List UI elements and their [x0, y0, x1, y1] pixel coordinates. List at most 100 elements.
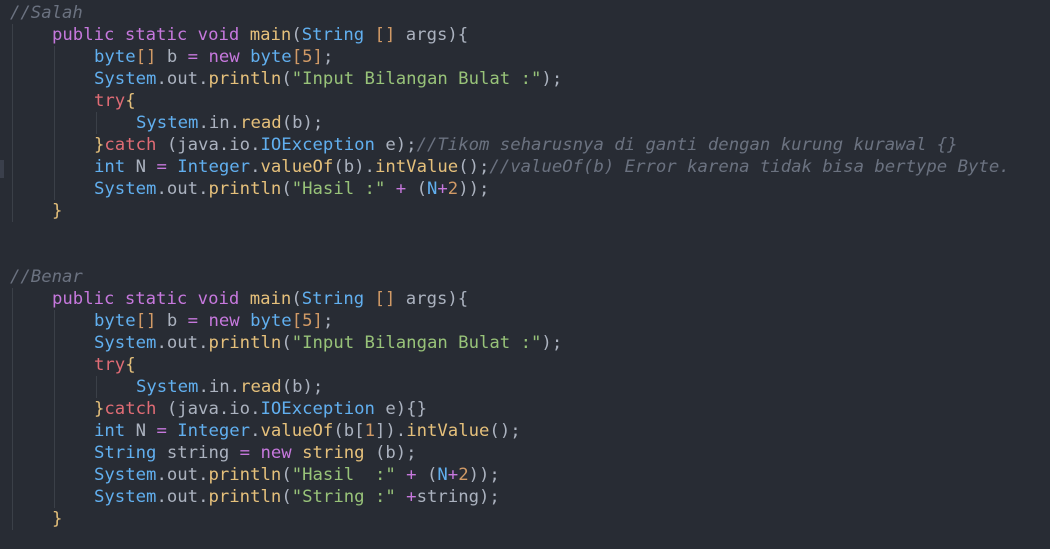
- code-line[interactable]: public static void main(String [] args){: [10, 24, 1050, 46]
- code-token-punct: ]).: [374, 421, 407, 441]
- code-token-function: intValue: [374, 157, 459, 177]
- code-token-keyword: public static void: [52, 25, 250, 45]
- code-line[interactable]: System.in.read(b);: [10, 112, 1050, 134]
- code-token-function: println: [208, 333, 282, 353]
- code-line[interactable]: //Benar: [10, 266, 1050, 288]
- code-line[interactable]: System.out.println("Hasil :" + (N+2));: [10, 464, 1050, 486]
- code-token-punct: .: [218, 399, 230, 419]
- code-token-type: byte: [250, 47, 292, 67]
- code-token-punct: .: [229, 113, 241, 133]
- code-token-type: IOException: [260, 399, 375, 419]
- code-line[interactable]: int N = Integer.valueOf(b[1]).intValue()…: [10, 420, 1050, 442]
- indent-guide: [12, 442, 13, 464]
- code-token-type: System: [94, 333, 157, 353]
- code-line[interactable]: System.out.println("Input Bilangan Bulat…: [10, 68, 1050, 90]
- code-line[interactable]: int N = Integer.valueOf(b).intValue();//…: [10, 156, 1050, 178]
- code-token-punct: (b);: [281, 113, 324, 133]
- code-token-string: "Hasil :": [291, 465, 396, 485]
- code-token-punct: .: [218, 135, 230, 155]
- code-token-punct: .: [229, 377, 241, 397]
- code-line[interactable]: }catch (java.io.IOException e);//Tikom s…: [10, 134, 1050, 156]
- code-token-punct: ;: [322, 47, 334, 67]
- indent-guide: [12, 398, 13, 420]
- code-token-function: read: [240, 113, 282, 133]
- code-token-punct: e){}: [374, 399, 427, 419]
- code-token-plain: b: [156, 311, 188, 331]
- code-token-operator: +: [447, 465, 459, 485]
- code-line[interactable]: [10, 222, 1050, 244]
- code-token-punct: .: [156, 179, 167, 199]
- code-token-function: main: [249, 289, 292, 309]
- code-editor[interactable]: //Salah public static void main(String []…: [0, 0, 1050, 549]
- code-token-type: System: [94, 487, 157, 507]
- code-line[interactable]: byte[] b = new byte[5];: [10, 46, 1050, 68]
- code-token-function: println: [208, 69, 282, 89]
- indent-guide: [12, 376, 13, 398]
- code-line[interactable]: byte[] b = new byte[5];: [10, 310, 1050, 332]
- code-line[interactable]: try{: [10, 90, 1050, 112]
- code-token-type: System: [94, 179, 157, 199]
- code-token-plain: io: [229, 399, 251, 419]
- indent-guide: [54, 464, 55, 486]
- indent-guide: [12, 288, 13, 310]
- code-token-type: String: [94, 443, 157, 463]
- code-token-type: byte: [250, 311, 292, 331]
- code-token-control: try: [94, 91, 126, 111]
- code-token-number: [5]: [291, 47, 323, 67]
- code-token-brace: }: [52, 509, 63, 529]
- code-token-punct: (b).: [333, 157, 375, 177]
- code-token-punct: .: [156, 333, 167, 353]
- indent-guide: [12, 178, 13, 200]
- code-line[interactable]: String string = new string (b);: [10, 442, 1050, 464]
- code-line[interactable]: System.out.println("Input Bilangan Bulat…: [10, 332, 1050, 354]
- code-token-function: main: [249, 25, 292, 45]
- code-token-operator: =: [187, 47, 199, 67]
- code-token-punct: (: [281, 333, 292, 353]
- code-token-punct: .: [156, 465, 167, 485]
- code-token-punct: .: [156, 487, 167, 507]
- indent-guide: [54, 68, 55, 90]
- code-token-punct: (: [281, 69, 292, 89]
- code-token-type: System: [136, 113, 199, 133]
- code-token-number: []: [135, 311, 157, 331]
- code-line[interactable]: System.out.println("String :" +string);: [10, 486, 1050, 508]
- code-line[interactable]: try{: [10, 354, 1050, 376]
- code-line[interactable]: System.out.println("Hasil :" + (N+2));: [10, 178, 1050, 200]
- indent-guide: [54, 310, 55, 332]
- code-line[interactable]: //Salah: [10, 2, 1050, 24]
- code-token-number: []: [364, 289, 406, 309]
- indent-guide: [12, 420, 13, 442]
- code-token-plain: java: [177, 135, 219, 155]
- code-token-keyword: new: [208, 47, 240, 67]
- code-token-punct: (: [281, 179, 292, 199]
- code-line[interactable]: [10, 244, 1050, 266]
- code-token-operator: =: [156, 421, 167, 441]
- code-token-plain: out: [166, 69, 199, 89]
- code-line[interactable]: public static void main(String [] args){: [10, 288, 1050, 310]
- code-token-punct: (: [281, 487, 292, 507]
- code-token-brace: }: [52, 201, 63, 221]
- code-line[interactable]: }: [10, 508, 1050, 530]
- code-token-type: int: [94, 157, 126, 177]
- code-token-punct: (b[: [333, 421, 365, 441]
- code-line[interactable]: }: [10, 200, 1050, 222]
- code-token-punct: (b);: [281, 377, 324, 397]
- code-line[interactable]: System.in.read(b);: [10, 376, 1050, 398]
- code-line[interactable]: }catch (java.io.IOException e){}: [10, 398, 1050, 420]
- code-token-punct: ){: [447, 289, 469, 309]
- code-token-type: System: [136, 377, 199, 397]
- code-token-type: String: [301, 25, 365, 45]
- code-token-punct: .: [250, 421, 261, 441]
- indent-guide: [12, 464, 13, 486]
- indent-guide: [12, 156, 13, 178]
- code-token-punct: ){: [447, 25, 469, 45]
- indent-guide: [12, 310, 13, 332]
- code-lines: //Salah public static void main(String []…: [10, 2, 1050, 530]
